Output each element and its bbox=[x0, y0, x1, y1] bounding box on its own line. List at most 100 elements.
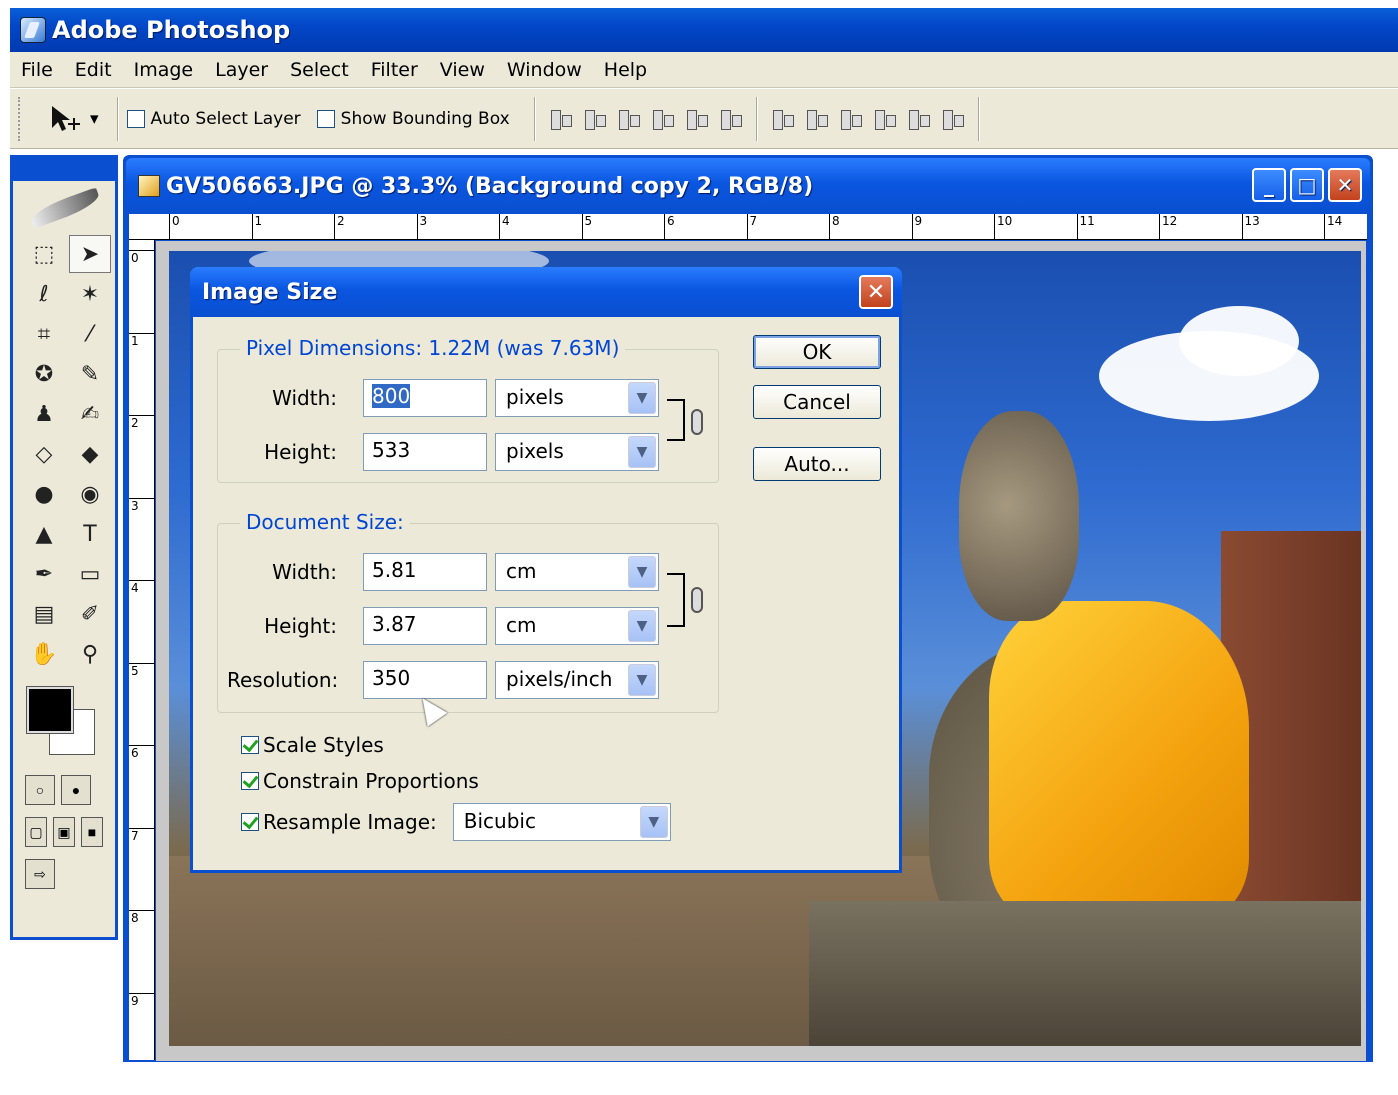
magic-wand-tool-icon[interactable]: ✶ bbox=[69, 275, 111, 313]
doc-height-row: Height: 3.87 cm ▼ bbox=[227, 607, 659, 645]
menu-edit[interactable]: Edit bbox=[64, 59, 123, 81]
dodge-tool-icon[interactable]: ◉ bbox=[69, 475, 111, 513]
menu-file[interactable]: File bbox=[10, 59, 64, 81]
marquee-tool-icon[interactable]: ⬚ bbox=[23, 235, 65, 273]
doc-height-unit-select[interactable]: cm ▼ bbox=[495, 607, 659, 645]
doc-height-field[interactable]: 3.87 bbox=[363, 607, 487, 645]
menu-help[interactable]: Help bbox=[593, 59, 658, 81]
pen-tool-icon[interactable]: ✒ bbox=[23, 555, 65, 593]
resample-image-checkbox[interactable] bbox=[241, 813, 259, 831]
eraser-tool-icon[interactable]: ◇ bbox=[23, 435, 65, 473]
constrain-proportions-checkbox[interactable] bbox=[241, 772, 259, 790]
dialog-title-bar[interactable]: Image Size bbox=[190, 267, 902, 317]
feather-logo-icon[interactable] bbox=[19, 185, 109, 229]
maximize-button[interactable]: □ bbox=[1290, 168, 1324, 202]
pixel-width-unit-select[interactable]: pixels ▼ bbox=[495, 379, 659, 417]
healing-brush-tool-icon[interactable]: ✪ bbox=[23, 355, 65, 393]
align-left-icon[interactable] bbox=[650, 106, 676, 132]
jump-to-imageready-icon[interactable]: ⇨ bbox=[25, 859, 55, 889]
menu-window[interactable]: Window bbox=[496, 59, 593, 81]
distribute-horizontal-center-icon[interactable] bbox=[906, 106, 932, 132]
standard-screen-mode-icon[interactable]: ▢ bbox=[25, 817, 47, 847]
tool-preset-picker[interactable]: ▾ bbox=[32, 104, 109, 134]
quick-mask-mode-icon[interactable]: ● bbox=[61, 775, 91, 805]
minimize-button[interactable]: _ bbox=[1252, 168, 1286, 202]
doc-width-row: Width: 5.81 cm ▼ bbox=[227, 553, 659, 591]
image-size-dialog: Image Size ✕ Pixel Dimensions: 1.22M (wa… bbox=[190, 267, 902, 873]
notes-tool-icon[interactable]: ▤ bbox=[23, 595, 65, 633]
move-tool-icon[interactable]: ➤ bbox=[69, 235, 111, 273]
scale-styles-checkbox[interactable] bbox=[241, 736, 259, 754]
eyedropper-tool-icon[interactable]: ✐ bbox=[69, 595, 111, 633]
resolution-field[interactable]: 350 bbox=[363, 661, 487, 699]
options-bar: ▾ Auto Select Layer Show Bounding Box bbox=[10, 89, 1398, 149]
align-top-icon[interactable] bbox=[548, 106, 574, 132]
doc-width-field[interactable]: 5.81 bbox=[363, 553, 487, 591]
hand-tool-icon[interactable]: ✋ bbox=[23, 635, 65, 673]
paint-bucket-tool-icon[interactable]: ◆ bbox=[69, 435, 111, 473]
chevron-down-icon[interactable]: ▼ bbox=[628, 436, 656, 468]
document-title: GV506663.JPG @ 33.3% (Background copy 2,… bbox=[166, 173, 814, 199]
dialog-close-button[interactable]: ✕ bbox=[859, 275, 893, 309]
distribute-right-icon[interactable] bbox=[940, 106, 966, 132]
resolution-unit-select[interactable]: pixels/inch ▼ bbox=[495, 661, 659, 699]
document-title-bar[interactable]: GV506663.JPG @ 33.3% (Background copy 2,… bbox=[126, 158, 1370, 214]
cancel-button[interactable]: Cancel bbox=[753, 385, 881, 419]
zoom-tool-icon[interactable]: ⚲ bbox=[69, 635, 111, 673]
distribute-top-icon[interactable] bbox=[770, 106, 796, 132]
show-bounding-box-checkbox[interactable] bbox=[316, 109, 335, 128]
crop-tool-icon[interactable]: ⌗ bbox=[23, 315, 65, 353]
history-brush-tool-icon[interactable]: ✍ bbox=[69, 395, 111, 433]
chevron-down-icon[interactable]: ▼ bbox=[639, 806, 668, 838]
document-icon bbox=[138, 175, 160, 197]
lasso-tool-icon[interactable]: ℓ bbox=[23, 275, 65, 313]
horizontal-ruler[interactable]: 0 1 2 3 4 5 6 7 8 9 10 11 12 13 14 bbox=[129, 214, 1367, 240]
photoshop-logo-icon bbox=[20, 17, 46, 43]
path-selection-tool-icon[interactable]: ▲ bbox=[23, 515, 65, 553]
resample-row: Resample Image: Bicubic ▼ bbox=[241, 803, 671, 841]
foreground-color-swatch[interactable] bbox=[26, 686, 74, 734]
chevron-down-icon[interactable]: ▼ bbox=[628, 664, 656, 696]
ruler-tick-label: 9 bbox=[129, 992, 154, 1008]
vertical-ruler[interactable]: 0 1 2 3 4 5 6 7 8 9 bbox=[129, 240, 155, 1060]
resample-method-select[interactable]: Bicubic ▼ bbox=[452, 803, 671, 841]
align-right-icon[interactable] bbox=[718, 106, 744, 132]
align-horizontal-center-icon[interactable] bbox=[684, 106, 710, 132]
pixel-height-label: Height: bbox=[264, 440, 337, 464]
chevron-down-icon[interactable]: ▼ bbox=[628, 556, 656, 588]
chevron-down-icon[interactable]: ▼ bbox=[628, 382, 656, 414]
align-bottom-icon[interactable] bbox=[616, 106, 642, 132]
distribute-bottom-icon[interactable] bbox=[838, 106, 864, 132]
auto-button[interactable]: Auto... bbox=[753, 447, 881, 481]
ok-button[interactable]: OK bbox=[753, 335, 881, 369]
auto-select-layer-checkbox[interactable] bbox=[126, 109, 145, 128]
full-screen-mode-icon[interactable]: ■ bbox=[81, 817, 103, 847]
pixel-height-unit-select[interactable]: pixels ▼ bbox=[495, 433, 659, 471]
doc-width-unit-select[interactable]: cm ▼ bbox=[495, 553, 659, 591]
options-bar-grip[interactable] bbox=[18, 96, 22, 141]
distribute-vertical-center-icon[interactable] bbox=[804, 106, 830, 132]
color-swatches bbox=[23, 681, 105, 769]
full-screen-menu-mode-icon[interactable]: ▣ bbox=[53, 817, 75, 847]
align-vertical-center-icon[interactable] bbox=[582, 106, 608, 132]
menu-view[interactable]: View bbox=[429, 59, 496, 81]
slice-tool-icon[interactable]: ⁄ bbox=[69, 315, 111, 353]
brush-tool-icon[interactable]: ✎ bbox=[69, 355, 111, 393]
standard-mode-icon[interactable]: ○ bbox=[25, 775, 55, 805]
close-button[interactable]: ✕ bbox=[1328, 168, 1362, 202]
pixel-height-field[interactable]: 533 bbox=[363, 433, 487, 471]
clone-stamp-tool-icon[interactable]: ♟ bbox=[23, 395, 65, 433]
menu-filter[interactable]: Filter bbox=[360, 59, 429, 81]
menu-select[interactable]: Select bbox=[279, 59, 360, 81]
doc-width-label: Width: bbox=[272, 560, 337, 584]
menu-image[interactable]: Image bbox=[123, 59, 205, 81]
constrain-proportions-label: Constrain Proportions bbox=[263, 769, 479, 793]
distribute-left-icon[interactable] bbox=[872, 106, 898, 132]
type-tool-icon[interactable]: T bbox=[69, 515, 111, 553]
chevron-down-icon[interactable]: ▼ bbox=[628, 610, 656, 642]
ruler-tick-label: 10 bbox=[994, 214, 1012, 239]
rectangle-tool-icon[interactable]: ▭ bbox=[69, 555, 111, 593]
blur-tool-icon[interactable]: ● bbox=[23, 475, 65, 513]
pixel-width-field[interactable]: 800 bbox=[363, 379, 487, 417]
menu-layer[interactable]: Layer bbox=[204, 59, 279, 81]
